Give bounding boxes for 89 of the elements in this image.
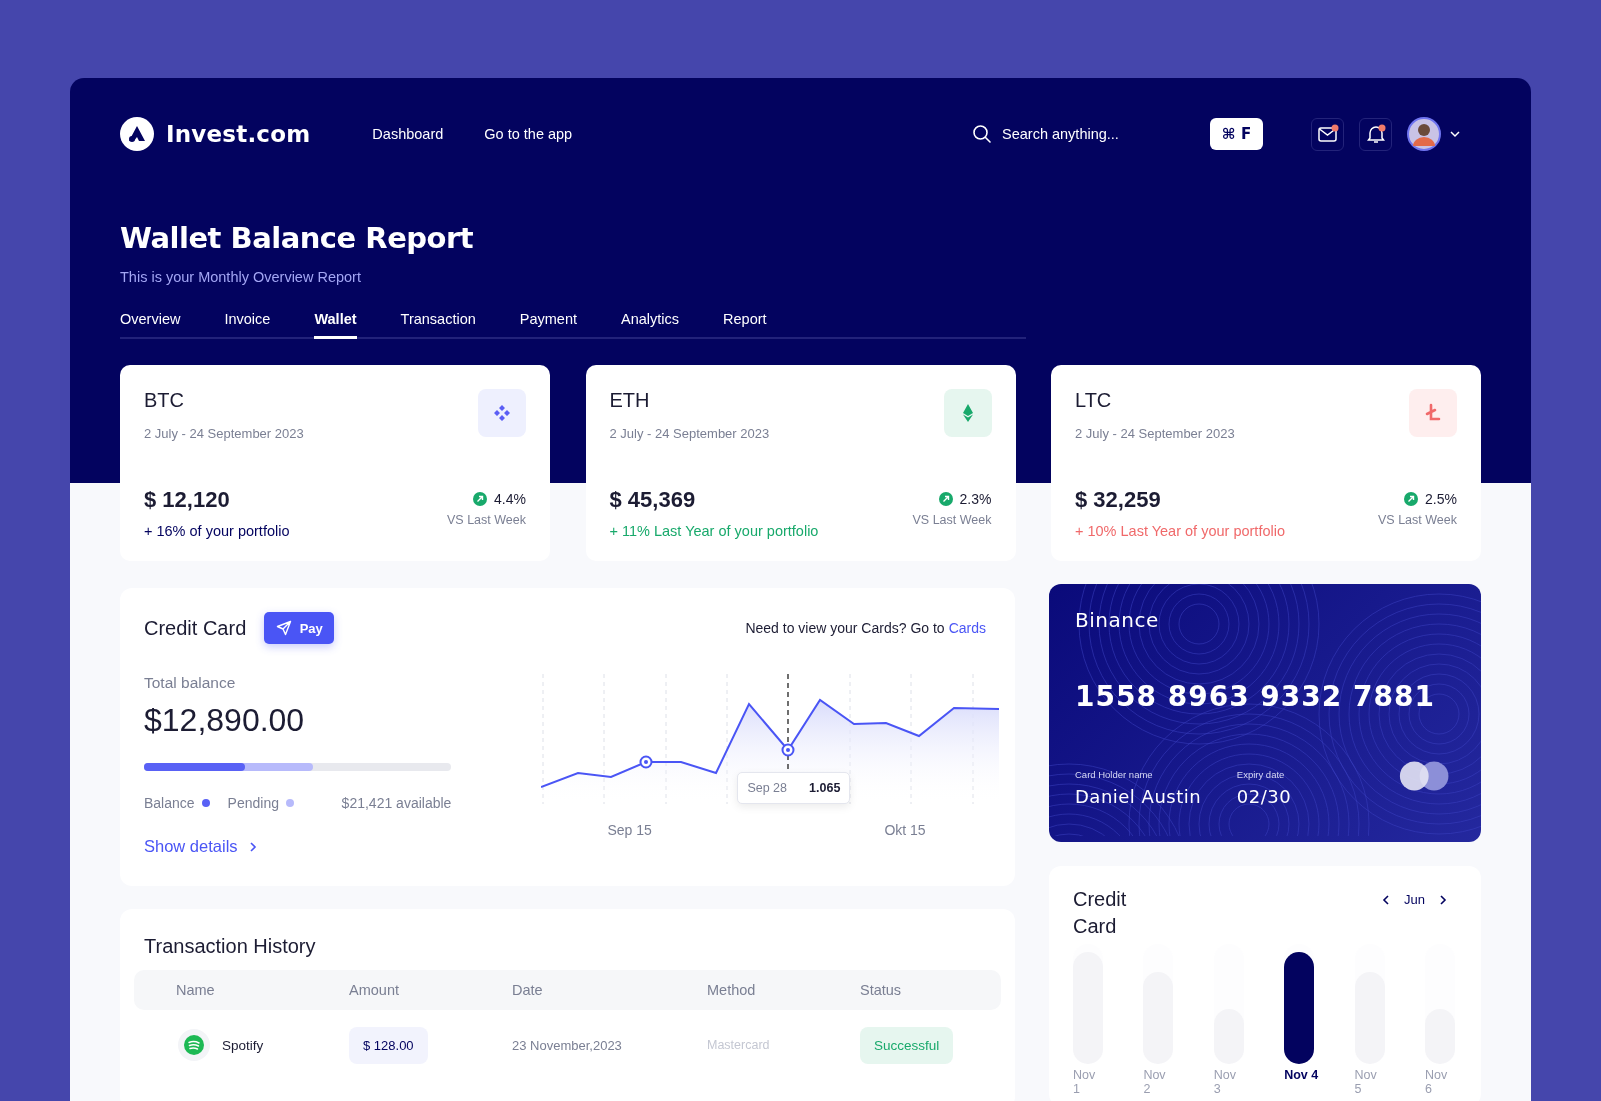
tooltip-value: 1.065 (809, 781, 841, 795)
balance-label: Total balance (144, 674, 237, 692)
status-pill: Successful (860, 1026, 954, 1064)
card-number: 1558 8963 9332 7881 (1075, 680, 1436, 713)
cards-link[interactable]: Cards (948, 620, 986, 636)
chevron-down-icon (1449, 130, 1461, 138)
bar-label: Nov 1 (1073, 1068, 1097, 1096)
coin-name: ETH (609, 389, 651, 412)
page-subtitle: This is your Monthly Overview Report (120, 269, 362, 285)
field-label: Expiry date (1236, 769, 1286, 780)
axis-label: Sep 15 (607, 822, 652, 838)
field-label: Card Holder name (1075, 769, 1154, 780)
shortcut-button[interactable]: ⌘ F (1210, 118, 1263, 150)
card-expiry: 02/30 (1236, 786, 1293, 807)
bar-label: Nov 5 (1354, 1068, 1378, 1096)
nav-link[interactable]: Go to the app (484, 126, 573, 142)
date-range: 2 July - 24 September 2023 (1075, 426, 1235, 441)
available-amount: $21,421 available (341, 795, 452, 811)
month-label: Jun (1404, 892, 1425, 907)
portfolio-note: + 10% Last Year of your portfolio (1075, 523, 1285, 539)
panel-title: Credit Card (144, 616, 247, 640)
tooltip-date: Sep 28 (747, 781, 787, 795)
column-header: Date (512, 982, 544, 998)
search-field[interactable]: Search anything... (972, 124, 1192, 144)
compare-label: VS Last Week (1378, 513, 1457, 527)
amount-pill: $ 128.00 (349, 1026, 428, 1064)
mail-button[interactable] (1311, 117, 1344, 151)
bar-label: Nov 3 (1213, 1068, 1237, 1096)
tab[interactable]: Analytics (621, 311, 680, 339)
column-header: Method (707, 982, 757, 998)
coin-amount: $ 32,259 (1075, 487, 1162, 513)
bank-name: Binance (1075, 608, 1160, 632)
chevron-right-icon (247, 840, 258, 853)
card-holder: Daniel Austin (1075, 786, 1203, 807)
change-percent: 2.5% (1425, 491, 1457, 507)
send-icon (275, 620, 292, 636)
trend-up-icon (473, 492, 488, 506)
tab[interactable]: Invoice (224, 311, 271, 339)
column-header: Amount (349, 982, 400, 998)
change-percent: 4.4% (494, 491, 526, 507)
music-app-icon (178, 1029, 210, 1061)
tab[interactable]: Transaction (400, 311, 476, 339)
merchant-name: Spotify (222, 1037, 264, 1053)
panel-title: Transaction History (144, 935, 317, 958)
table-cell-text: Mastercard (707, 1038, 771, 1052)
show-details-link[interactable]: Show details (144, 837, 258, 856)
trend-up-icon (938, 492, 953, 506)
panel-title: Credit Card (1073, 887, 1128, 939)
date-range: 2 July - 24 September 2023 (144, 426, 304, 441)
portfolio-note: + 11% Last Year of your portfolio (609, 523, 819, 539)
data-point-icon (639, 755, 654, 769)
chevron-left-icon (1382, 893, 1391, 906)
tab[interactable]: Report (723, 311, 767, 339)
tab[interactable]: Overview (120, 311, 181, 339)
card-network-icon (1398, 759, 1449, 793)
table-cell-text: 23 November,2023 (512, 1037, 623, 1053)
axis-label: Okt 15 (884, 822, 926, 838)
coin-amount: $ 45,369 (609, 487, 697, 513)
coin-name: LTC (1075, 389, 1113, 412)
compare-label: VS Last Week (447, 513, 526, 527)
tab[interactable]: Wallet (314, 311, 357, 339)
date-range: 2 July - 24 September 2023 (609, 426, 770, 441)
pay-button[interactable]: Pay (264, 612, 335, 644)
chevron-right-icon (1439, 893, 1447, 906)
bar-label: Nov 6 (1424, 1068, 1449, 1096)
logo-icon (120, 117, 154, 151)
search-icon (972, 124, 992, 144)
logo-text: Invest.com (166, 121, 311, 147)
bar-label: Nov 2 (1143, 1068, 1167, 1096)
page-title: Wallet Balance Report (120, 221, 475, 255)
compare-label: VS Last Week (912, 513, 992, 527)
coin-amount: $ 12,120 (144, 487, 231, 513)
coin-name: BTC (144, 389, 185, 412)
legend-dot (286, 799, 294, 807)
trend-up-icon (1404, 492, 1419, 506)
legend-label: Pending (227, 795, 279, 811)
balance-amount: $12,890.00 (144, 702, 306, 739)
nav-link[interactable]: Dashboard (372, 126, 444, 142)
legend-dot (201, 799, 210, 807)
column-header: Name (176, 982, 216, 998)
cards-hint: Need to view your Cards? Go to (745, 620, 945, 636)
notification-button[interactable] (1359, 117, 1392, 151)
tab[interactable]: Payment (519, 311, 577, 339)
portfolio-note: + 16% of your portfolio (144, 523, 290, 539)
column-header: Status (860, 982, 903, 998)
change-percent: 2.3% (959, 491, 992, 507)
legend-label: Balance (144, 795, 195, 811)
data-point-icon (781, 743, 796, 757)
avatar-icon (1407, 117, 1441, 151)
